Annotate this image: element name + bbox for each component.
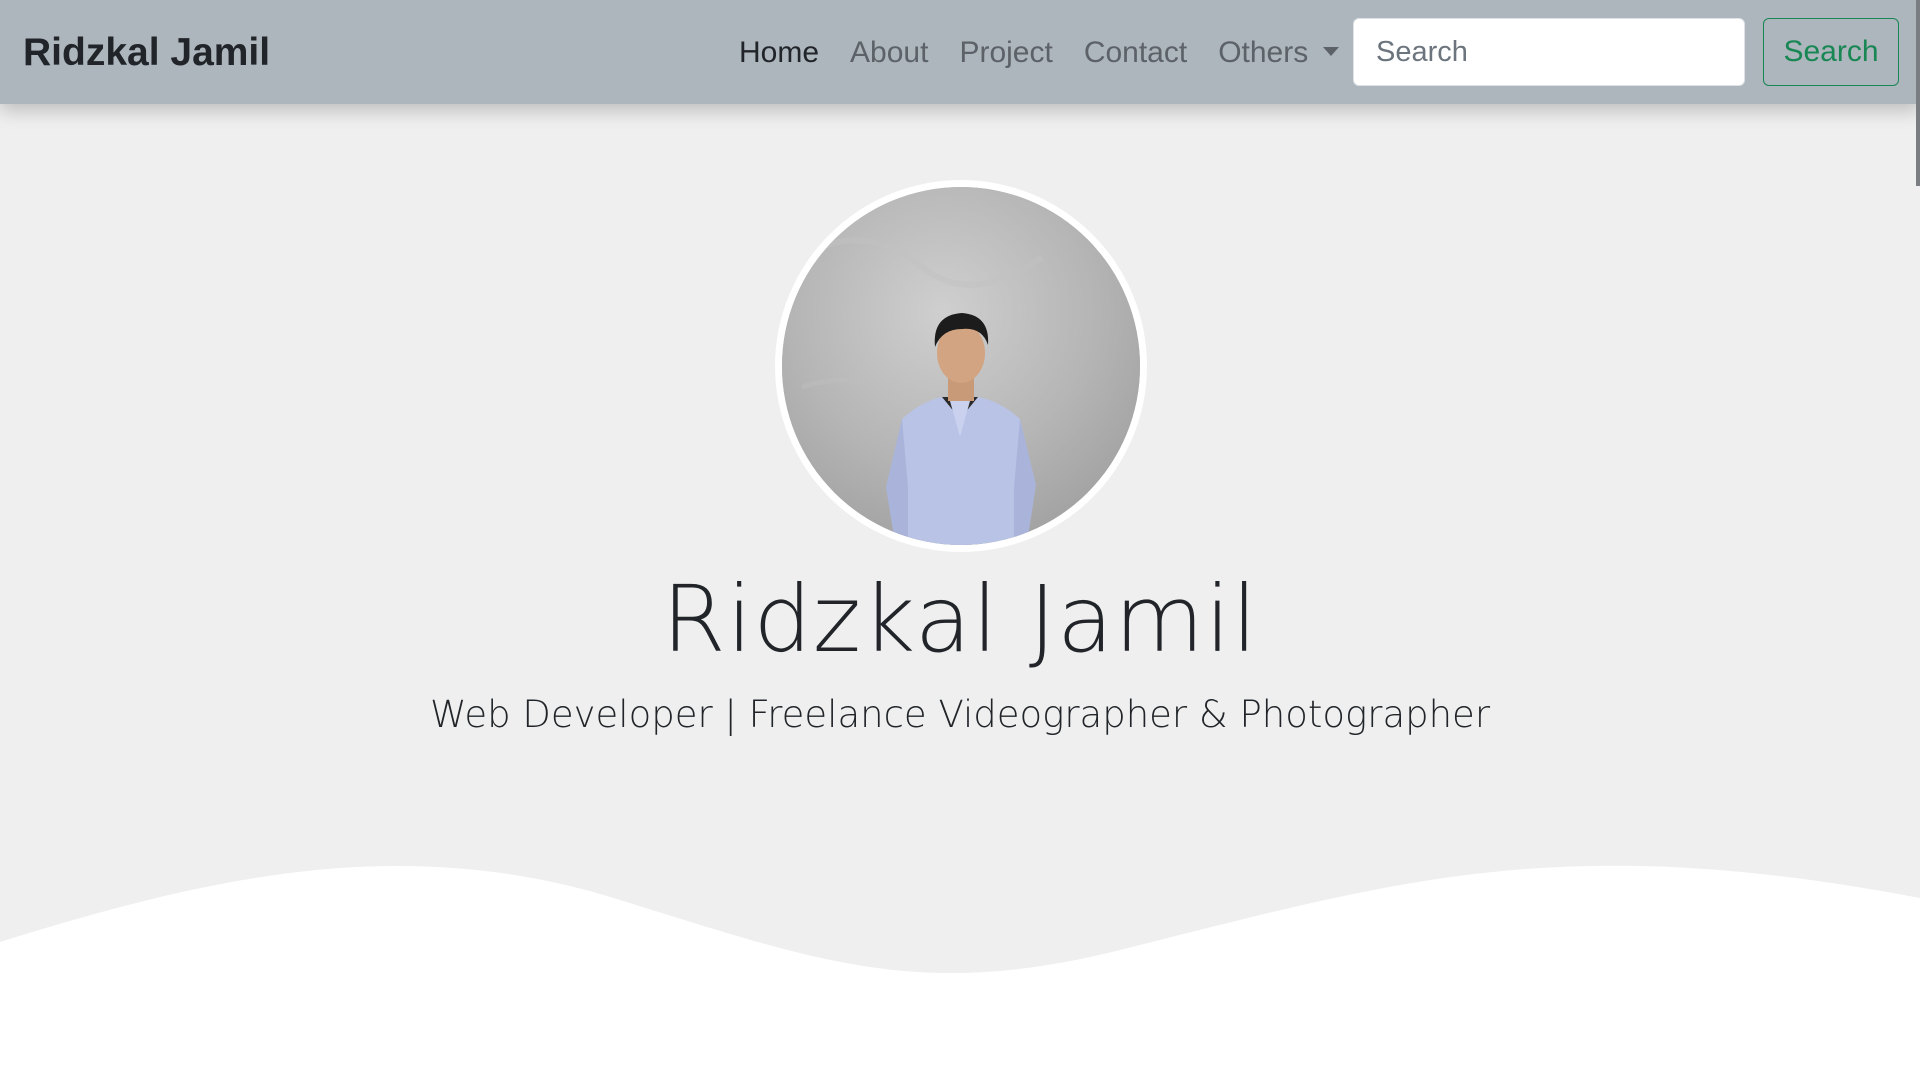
nav-others-dropdown[interactable]: Others: [1218, 30, 1340, 76]
nav-project[interactable]: Project: [959, 30, 1052, 76]
nav-about[interactable]: About: [850, 30, 928, 76]
search-input[interactable]: [1353, 18, 1745, 86]
hero-section: Ridzkal Jamil Web Developer | Freelance …: [0, 0, 1920, 1080]
caret-down-icon: [1323, 46, 1340, 56]
search-button[interactable]: Search: [1763, 18, 1899, 86]
nav-others-label: Others: [1218, 36, 1309, 69]
scrollbar[interactable]: [1916, 0, 1920, 186]
avatar: [775, 180, 1147, 552]
brand-link[interactable]: Ridzkal Jamil: [23, 30, 270, 76]
nav-links: Home About Project Contact Others: [739, 30, 1370, 76]
profile-photo: [782, 187, 1140, 545]
navbar: Ridzkal Jamil Home About Project Contact…: [0, 0, 1920, 104]
wave-divider: [0, 865, 1920, 1080]
hero-subtitle: Web Developer | Freelance Videographer &…: [429, 693, 1491, 736]
hero-name: Ridzkal Jamil: [661, 566, 1259, 673]
profile-photo-figure: [782, 187, 1140, 545]
nav-home[interactable]: Home: [739, 30, 819, 76]
nav-contact[interactable]: Contact: [1084, 30, 1187, 76]
